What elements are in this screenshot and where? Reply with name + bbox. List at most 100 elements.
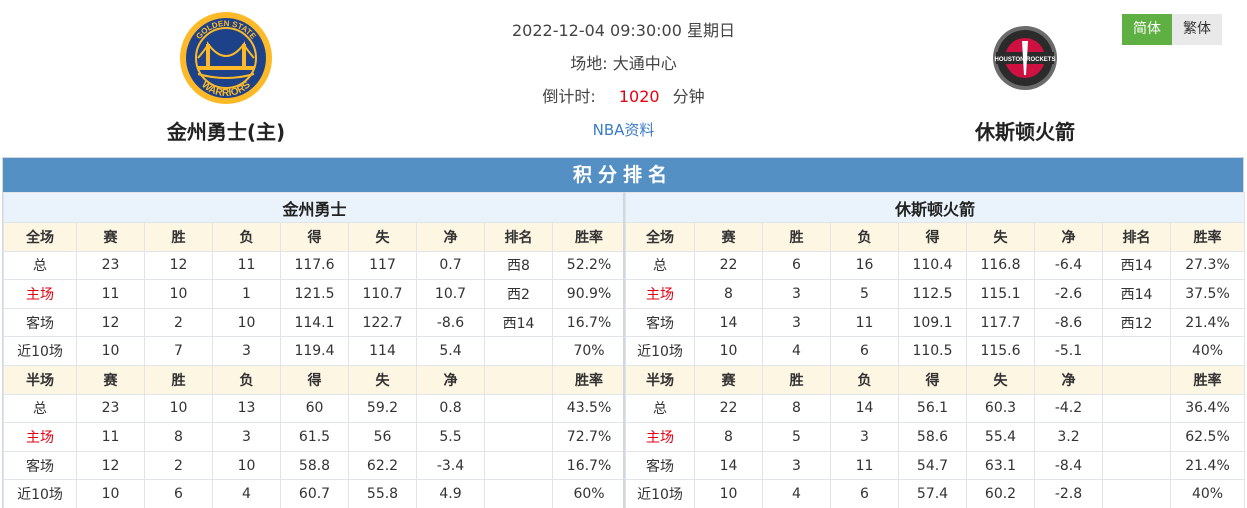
simplified-chinese-button[interactable]: 简体 [1122, 14, 1172, 45]
column-header: 得 [898, 222, 967, 252]
table-cell: 6 [762, 250, 831, 281]
table-cell: 4 [762, 336, 831, 366]
venue-label: 场地: [570, 54, 608, 73]
table-cell: 57.4 [898, 479, 967, 508]
table-cell: 16.7% [551, 450, 627, 481]
table-cell: 55.8 [348, 479, 417, 508]
away-team-block[interactable]: HOUSTON ROCKETS 休斯顿火箭 [915, 8, 1135, 145]
table-row: 主场 8 5 3 58.6 55.4 3.2 62.5% [625, 422, 1246, 452]
table-cell: -8.6 [416, 307, 485, 338]
table-cell: 109.1 [898, 307, 967, 338]
language-switch: 简体 繁体 [1122, 14, 1222, 45]
table-cell: 6 [830, 336, 899, 366]
table-cell: 5.5 [416, 422, 485, 452]
table-cell: 63.1 [966, 450, 1035, 481]
column-header: 胜 [762, 222, 831, 252]
table-cell: 60 [280, 393, 349, 424]
table-cell: -6.4 [1034, 250, 1103, 281]
rockets-logo-icon[interactable]: HOUSTON ROCKETS [975, 8, 1075, 108]
table-cell: 近10场 [3, 336, 77, 366]
table-cell: 21.4% [1169, 307, 1246, 338]
table-cell: 11 [830, 450, 899, 481]
column-header: 赛 [76, 222, 145, 252]
table-cell: 10 [212, 307, 281, 338]
table-cell: 总 [3, 393, 77, 424]
table-cell: 52.2% [551, 250, 627, 281]
column-header: 胜 [144, 364, 213, 395]
table-cell: 近10场 [625, 336, 695, 366]
table-cell: 西14 [1102, 250, 1171, 281]
table-row: 主场 11 8 3 61.5 56 5.5 72.7% [3, 422, 627, 452]
countdown-label: 倒计时: [542, 87, 596, 106]
table-cell: 114 [348, 336, 417, 366]
table-cell: 5.4 [416, 336, 485, 366]
half-game-header-row: 半场赛胜负得失净 胜率 [3, 364, 627, 395]
column-header: 全场 [3, 222, 77, 252]
table-cell: 119.4 [280, 336, 349, 366]
table-cell: 4 [762, 479, 831, 508]
nba-info-link[interactable]: NBA资料 [593, 121, 655, 139]
table-cell: 客场 [3, 307, 77, 338]
column-header: 失 [348, 364, 417, 395]
table-cell: 40% [1169, 336, 1246, 366]
column-header: 得 [280, 364, 349, 395]
table-cell: 西2 [484, 279, 553, 309]
table-cell: 56 [348, 422, 417, 452]
table-cell: 37.5% [1169, 279, 1246, 309]
column-header: 失 [966, 222, 1035, 252]
table-cell: 56.1 [898, 393, 967, 424]
full-game-header-row: 全场赛胜负得失净排名 胜率 [625, 222, 1246, 252]
column-header: 净 [416, 364, 485, 395]
table-cell: 总 [625, 393, 695, 424]
table-cell: 54.7 [898, 450, 967, 481]
table-cell: 西14 [484, 307, 553, 338]
table-cell: 110.7 [348, 279, 417, 309]
table-cell: 58.8 [280, 450, 349, 481]
table-row: 客场 14 3 11 54.7 63.1 -8.4 21.4% [625, 450, 1246, 481]
column-header: 半场 [3, 364, 77, 395]
traditional-chinese-button[interactable]: 繁体 [1172, 14, 1222, 45]
column-header: 排名 [484, 222, 553, 252]
table-cell: 主场 [3, 279, 77, 309]
table-cell: 1 [212, 279, 281, 309]
standings-team-name: 休斯顿火箭 [624, 192, 1246, 223]
table-cell: 3 [762, 279, 831, 309]
table-cell: 3 [212, 422, 281, 452]
table-cell: 12 [144, 250, 213, 281]
table-cell [484, 422, 553, 452]
table-cell: 近10场 [625, 479, 695, 508]
table-cell: 60.3 [966, 393, 1035, 424]
table-cell: 10.7 [416, 279, 485, 309]
table-cell: 3 [762, 450, 831, 481]
table-cell: -4.2 [1034, 393, 1103, 424]
table-cell: 主场 [625, 422, 695, 452]
table-cell [1102, 450, 1171, 481]
team-header-row: 金州勇士 [2, 192, 627, 223]
table-row: 总 22 6 16 110.4 116.8 -6.4 西14 27.3% [625, 250, 1246, 281]
column-header: 赛 [76, 364, 145, 395]
table-cell: 13 [212, 393, 281, 424]
table-cell: 7 [144, 336, 213, 366]
countdown-unit: 分钟 [672, 87, 705, 106]
away-team-name[interactable]: 休斯顿火箭 [915, 116, 1135, 145]
table-cell: 10 [144, 393, 213, 424]
table-cell: 116.8 [966, 250, 1035, 281]
table-cell: 近10场 [3, 479, 77, 508]
table-cell: 2 [144, 450, 213, 481]
table-row: 近10场 10 6 4 60.7 55.8 4.9 60% [3, 479, 627, 508]
table-cell: 3 [830, 422, 899, 452]
table-cell: 60.2 [966, 479, 1035, 508]
table-cell: 客场 [3, 450, 77, 481]
column-header: 净 [1034, 222, 1103, 252]
table-row: 客场 14 3 11 109.1 117.7 -8.6 西12 21.4% [625, 307, 1246, 338]
home-standings-table: 金州勇士 全场赛胜负得失净排名 胜率总 23 12 11 117.6 117 0.7 西8 52.2… [2, 192, 627, 508]
table-row: 总 23 10 13 60 59.2 0.8 43.5% [3, 393, 627, 424]
table-cell: 主场 [625, 279, 695, 309]
table-cell: 121.5 [280, 279, 349, 309]
table-cell: 11 [212, 250, 281, 281]
venue-value: 大通中心 [612, 54, 677, 73]
table-cell: 21.4% [1169, 450, 1246, 481]
column-header: 失 [348, 222, 417, 252]
table-cell: 110.5 [898, 336, 967, 366]
table-cell: 4.9 [416, 479, 485, 508]
